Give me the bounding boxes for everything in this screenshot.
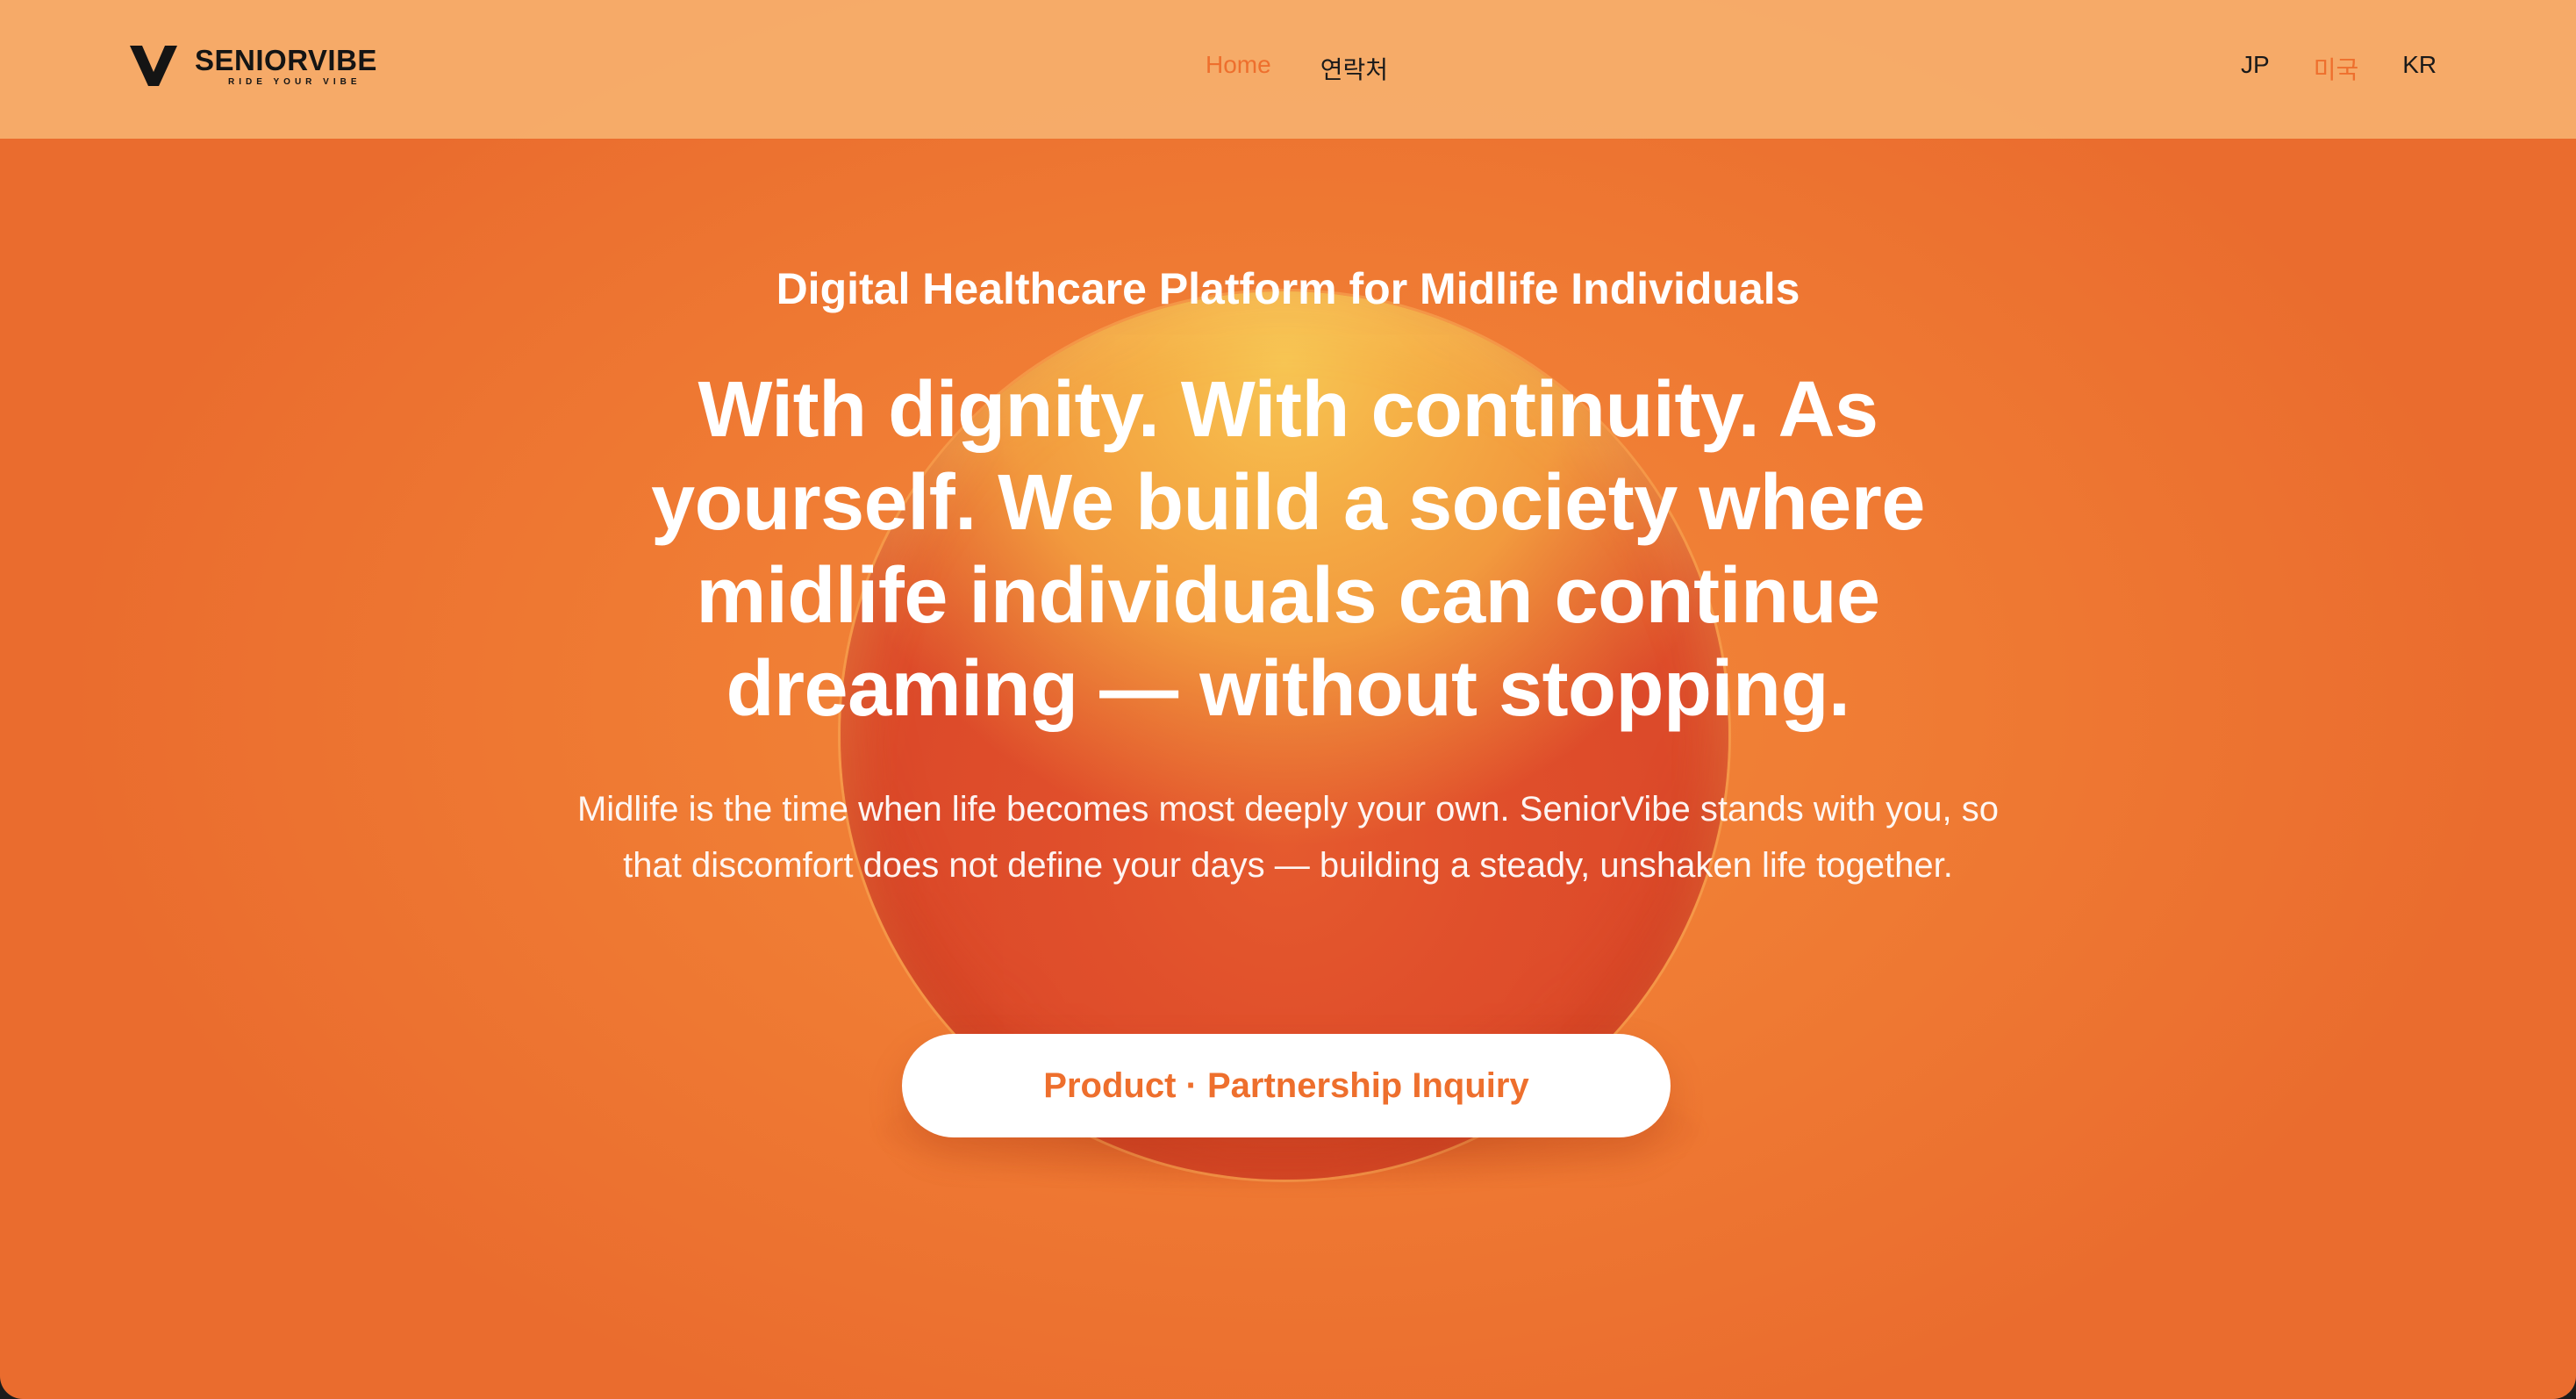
language-switcher: JP 미국 KR xyxy=(2241,51,2436,86)
lang-us[interactable]: 미국 xyxy=(2314,51,2359,86)
v-logo-icon xyxy=(130,46,177,86)
hero-headline: With dignity. With continuity. As yourse… xyxy=(651,366,1925,733)
brand-wordmark: SENIORVIBE RIDE YOUR VIBE xyxy=(195,43,377,87)
partnership-inquiry-button[interactable]: Product · Partnership Inquiry xyxy=(902,1034,1671,1137)
site-header: SENIORVIBE RIDE YOUR VIBE Home 연락처 JP 미국… xyxy=(0,0,2576,139)
landing-page: SENIORVIBE RIDE YOUR VIBE Home 연락처 JP 미국… xyxy=(0,0,2576,1399)
lang-jp[interactable]: JP xyxy=(2241,51,2270,86)
brand-name: SENIORVIBE xyxy=(195,43,377,76)
hero-subtext: Midlife is the time when life becomes mo… xyxy=(576,790,2000,885)
nav-contact-link[interactable]: 연락처 xyxy=(1320,51,1388,86)
brand-logo[interactable]: SENIORVIBE RIDE YOUR VIBE xyxy=(128,44,377,88)
lang-kr[interactable]: KR xyxy=(2402,51,2436,86)
hero-eyebrow: Digital Healthcare Platform for Midlife … xyxy=(776,264,1800,313)
main-nav: Home 연락처 xyxy=(1206,51,1437,86)
nav-home-link[interactable]: Home xyxy=(1206,51,1271,86)
brand-tagline: RIDE YOUR VIBE xyxy=(228,76,361,87)
